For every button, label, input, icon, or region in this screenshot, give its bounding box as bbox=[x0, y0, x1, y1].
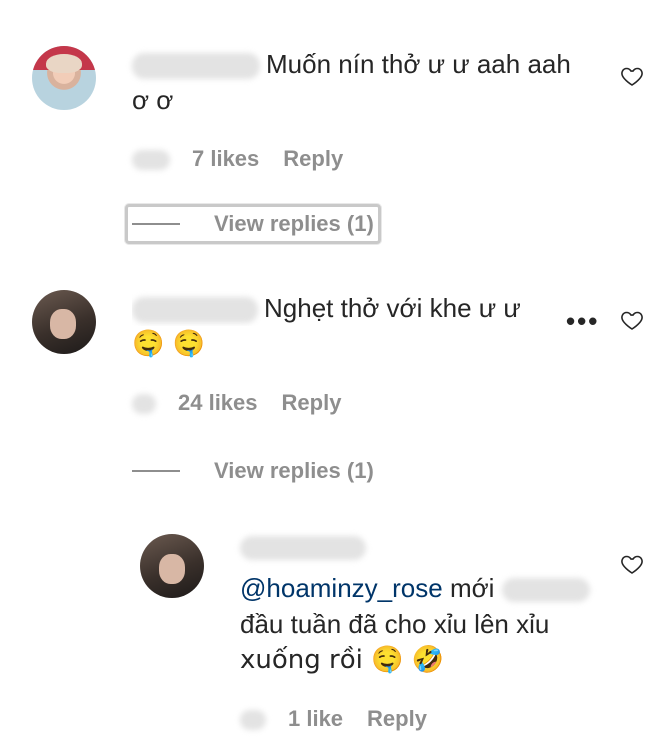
comment-2-view-replies-button[interactable]: View replies (1) bbox=[132, 458, 374, 484]
divider-line bbox=[132, 223, 180, 225]
divider-line bbox=[132, 470, 180, 472]
timestamp-redacted bbox=[240, 710, 266, 731]
heart-icon[interactable] bbox=[620, 552, 644, 576]
comment-2-likes[interactable]: 24 likes bbox=[178, 390, 258, 415]
username-redacted[interactable] bbox=[240, 536, 366, 560]
reply-likes[interactable]: 1 like bbox=[288, 706, 343, 731]
view-replies-label: View replies (1) bbox=[214, 458, 374, 483]
comment-2-reply-button[interactable]: Reply bbox=[282, 390, 342, 415]
reply-line1: @hoaminzy_rose mới bbox=[240, 570, 600, 606]
avatar[interactable] bbox=[32, 46, 96, 110]
reply-meta: 1 like Reply bbox=[240, 706, 451, 732]
username-redacted[interactable] bbox=[132, 53, 260, 80]
more-options-icon[interactable]: ••• bbox=[566, 306, 599, 337]
heart-icon[interactable] bbox=[620, 64, 644, 88]
comment-2-meta: 24 likes Reply bbox=[132, 390, 365, 416]
timestamp-redacted bbox=[132, 394, 156, 415]
avatar[interactable] bbox=[140, 534, 204, 598]
redacted-text bbox=[501, 578, 590, 603]
reply-line3: xuống rồi 🤤 🤣 bbox=[240, 645, 445, 675]
reply-text-part: mới bbox=[449, 573, 495, 603]
mention-link[interactable]: @hoaminzy_rose bbox=[240, 573, 443, 603]
reply-username[interactable] bbox=[240, 536, 366, 560]
comment-1-reply-button[interactable]: Reply bbox=[283, 146, 343, 171]
comment-1-meta: 7 likes Reply bbox=[132, 146, 367, 172]
username-redacted[interactable] bbox=[132, 297, 258, 324]
comment-2-text: Nghẹt thở với khe ư ư bbox=[264, 293, 521, 323]
timestamp-redacted bbox=[132, 150, 170, 171]
reply-reply-button[interactable]: Reply bbox=[367, 706, 427, 731]
comment-1-likes[interactable]: 7 likes bbox=[192, 146, 259, 171]
avatar[interactable] bbox=[32, 290, 96, 354]
comment-2-line1: Nghẹt thở với khe ư ư bbox=[132, 290, 544, 326]
view-replies-label: View replies (1) bbox=[214, 211, 374, 236]
comment-2-emojis: 🤤 🤤 bbox=[132, 329, 206, 359]
reply-line2: đầu tuần đã cho xỉu lên xỉu bbox=[240, 609, 550, 639]
heart-icon[interactable] bbox=[620, 308, 644, 332]
comment-1-view-replies-button[interactable]: View replies (1) bbox=[125, 204, 381, 244]
comment-1-body: Muốn nín thở ư ư aah aah ơ ơ bbox=[132, 46, 572, 118]
